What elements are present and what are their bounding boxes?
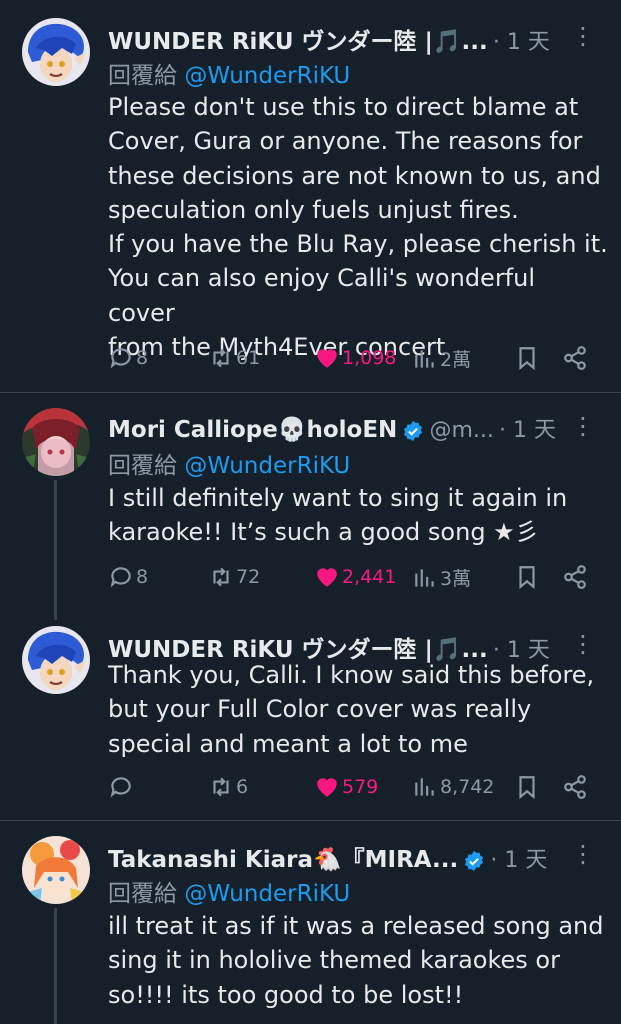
- tweet-text: ill treat it as if it was a released son…: [108, 912, 604, 1009]
- views-count: 8,742: [440, 776, 495, 798]
- avatar[interactable]: [22, 18, 90, 86]
- user-handle[interactable]: @m...: [429, 418, 493, 443]
- tweet-text: Thank you, Calli. I know said this befor…: [108, 661, 595, 758]
- retweet-icon: [213, 777, 229, 797]
- views-button[interactable]: 2萬: [412, 345, 471, 372]
- like-button[interactable]: 1,098: [314, 345, 396, 371]
- avatar[interactable]: [22, 408, 90, 476]
- timestamp[interactable]: · 1 天: [490, 848, 547, 873]
- divider: [0, 392, 621, 393]
- share-button[interactable]: [562, 774, 588, 800]
- verified-badge-icon: [402, 420, 424, 446]
- timestamp[interactable]: · 1 天: [499, 418, 556, 443]
- retweet-count: 61: [236, 347, 261, 369]
- retweet-button[interactable]: 6: [208, 774, 248, 800]
- retweet-count: 6: [236, 776, 249, 798]
- reply-to-line: 回覆給 @WunderRiKU: [108, 874, 350, 908]
- like-count: 579: [342, 776, 379, 798]
- reply-count: 8: [136, 347, 149, 369]
- views-button[interactable]: 3萬: [412, 564, 471, 591]
- display-name[interactable]: Mori Calliope💀holoEN: [108, 416, 397, 443]
- share-icon: [564, 346, 586, 370]
- retweet-count: 72: [236, 566, 261, 588]
- bookmark-icon: [519, 566, 535, 590]
- tweet-3[interactable]: WUNDER RiKU ヴンダー陸 |🎵... · 1 天 ⋮ Thank yo…: [0, 626, 621, 816]
- reply-to-handle[interactable]: @WunderRiKU: [184, 881, 350, 907]
- heart-icon: [317, 349, 337, 368]
- tweet-4[interactable]: Takanashi Kiara🐔『MIRA... · 1 天 ⋮ 回覆給 @Wu…: [0, 836, 621, 1024]
- views-icon: [415, 778, 434, 796]
- reply-button[interactable]: 8: [108, 564, 148, 590]
- views-button[interactable]: 8,742: [412, 774, 494, 800]
- heart-icon: [317, 778, 337, 797]
- action-bar: 8 61 1,098 2萬: [108, 345, 621, 377]
- retweet-icon: [213, 567, 229, 587]
- display-name[interactable]: WUNDER RiKU ヴンダー陸 |🎵...: [108, 22, 488, 56]
- retweet-button[interactable]: 61: [208, 345, 260, 371]
- action-bar: 6 579 8,742: [108, 774, 621, 806]
- verified-badge-icon: [463, 850, 485, 876]
- like-count: 2,441: [342, 566, 397, 588]
- reply-icon: [110, 777, 131, 798]
- bookmark-button[interactable]: [514, 774, 540, 800]
- share-button[interactable]: [562, 564, 588, 590]
- reply-to-prefix: 回覆給: [108, 63, 177, 89]
- divider: [0, 820, 621, 821]
- avatar[interactable]: [22, 836, 90, 904]
- timestamp[interactable]: · 1 天: [493, 30, 550, 55]
- more-options-icon[interactable]: ⋮: [571, 840, 595, 868]
- bookmark-button[interactable]: [514, 345, 540, 371]
- reply-to-prefix: 回覆給: [108, 881, 177, 907]
- retweet-button[interactable]: 72: [208, 564, 260, 590]
- tweet-text: Please don't use this to direct blame at…: [108, 93, 608, 362]
- retweet-icon: [213, 348, 229, 368]
- like-button[interactable]: 2,441: [314, 564, 396, 590]
- reply-button[interactable]: [108, 774, 136, 800]
- views-icon: [415, 568, 434, 587]
- tweet-2[interactable]: Mori Calliope💀holoEN @m... · 1 天 ⋮ 回覆給 @…: [0, 408, 621, 608]
- bookmark-button[interactable]: [514, 564, 540, 590]
- display-name[interactable]: Takanashi Kiara🐔『MIRA...: [108, 840, 458, 874]
- views-icon: [415, 349, 434, 368]
- reply-count: 8: [136, 566, 149, 588]
- avatar[interactable]: [22, 626, 90, 694]
- reply-to-handle[interactable]: @WunderRiKU: [184, 63, 350, 89]
- share-icon: [564, 565, 586, 589]
- more-options-icon[interactable]: ⋮: [571, 630, 595, 658]
- heart-icon: [317, 568, 337, 587]
- tweet-1[interactable]: WUNDER RiKU ヴンダー陸 |🎵... · 1 天 ⋮ 回覆給 @Wun…: [0, 18, 621, 390]
- more-options-icon[interactable]: ⋮: [571, 412, 595, 440]
- views-count: 2萬: [440, 349, 472, 371]
- bookmark-icon: [519, 347, 535, 371]
- like-button[interactable]: 579: [314, 774, 378, 800]
- action-bar: 8 72 2,441 3萬: [108, 564, 621, 596]
- views-count: 3萬: [440, 568, 472, 590]
- reply-icon: [110, 348, 131, 369]
- reply-to-line: 回覆給 @WunderRiKU: [108, 56, 350, 90]
- like-count: 1,098: [342, 347, 397, 369]
- reply-button[interactable]: 8: [108, 345, 148, 371]
- bookmark-icon: [519, 776, 535, 800]
- tweet-text: I still definitely want to sing it again…: [108, 484, 568, 547]
- reply-to-line: 回覆給 @WunderRiKU: [108, 446, 350, 480]
- reply-icon: [110, 567, 131, 588]
- more-options-icon[interactable]: ⋮: [571, 22, 595, 50]
- share-button[interactable]: [562, 345, 588, 371]
- reply-to-handle[interactable]: @WunderRiKU: [184, 453, 350, 479]
- share-icon: [564, 775, 586, 799]
- reply-to-prefix: 回覆給: [108, 453, 177, 479]
